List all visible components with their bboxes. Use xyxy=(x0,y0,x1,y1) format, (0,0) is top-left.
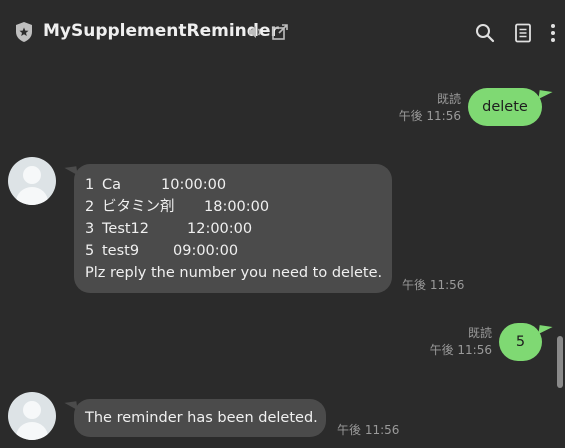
message-text: Plz reply the number you need to delete. xyxy=(85,265,383,281)
external-window-icon[interactable] xyxy=(271,23,289,41)
chat-title: MySupplementReminder xyxy=(43,21,279,41)
message-text: delete xyxy=(482,99,528,115)
message-time: 午後 11:56 xyxy=(429,343,492,357)
reminder-list-item: 3 Test12 12:00:00 xyxy=(85,221,253,237)
more-vertical-icon[interactable] xyxy=(549,23,557,43)
avatar[interactable] xyxy=(8,157,56,205)
reminder-list-item: 5 test9 09:00:00 xyxy=(85,243,239,259)
message-time: 午後 11:56 xyxy=(402,278,465,292)
message-text: 5 xyxy=(515,334,526,350)
notes-icon[interactable] xyxy=(514,23,532,43)
outgoing-message-bubble[interactable]: 5 xyxy=(499,323,542,361)
outgoing-message-bubble[interactable]: delete xyxy=(468,88,542,126)
reminder-list-item: 2 ビタミン剤 18:00:00 xyxy=(85,199,270,215)
scrollbar-thumb[interactable] xyxy=(557,336,563,388)
search-icon[interactable] xyxy=(475,23,495,43)
reminder-list-item: 1 Ca 10:00:00 xyxy=(85,177,227,193)
chat-header: MySupplementReminder xyxy=(0,0,565,64)
message-list[interactable]: 既読 午後 11:56 delete 1 Ca 10:00:00 2 ビタミン剤 18:… xyxy=(0,64,565,448)
read-receipt: 既読 xyxy=(436,92,461,106)
incoming-message-bubble[interactable]: The reminder has been deleted. xyxy=(74,399,326,437)
message-meta: 既読 午後 11:56 xyxy=(380,91,461,125)
speaker-icon[interactable] xyxy=(248,24,264,40)
message-time: 午後 11:56 xyxy=(337,423,400,437)
message-time: 午後 11:56 xyxy=(398,109,461,123)
message-text: The reminder has been deleted. xyxy=(85,410,318,426)
read-receipt: 既読 xyxy=(467,326,492,340)
incoming-message-bubble[interactable]: 1 Ca 10:00:00 2 ビタミン剤 18:00:00 3 Test12 12:00:… xyxy=(74,164,392,293)
message-meta: 既読 午後 11:56 xyxy=(410,325,492,359)
avatar[interactable] xyxy=(8,392,56,440)
official-badge-icon xyxy=(16,22,32,42)
